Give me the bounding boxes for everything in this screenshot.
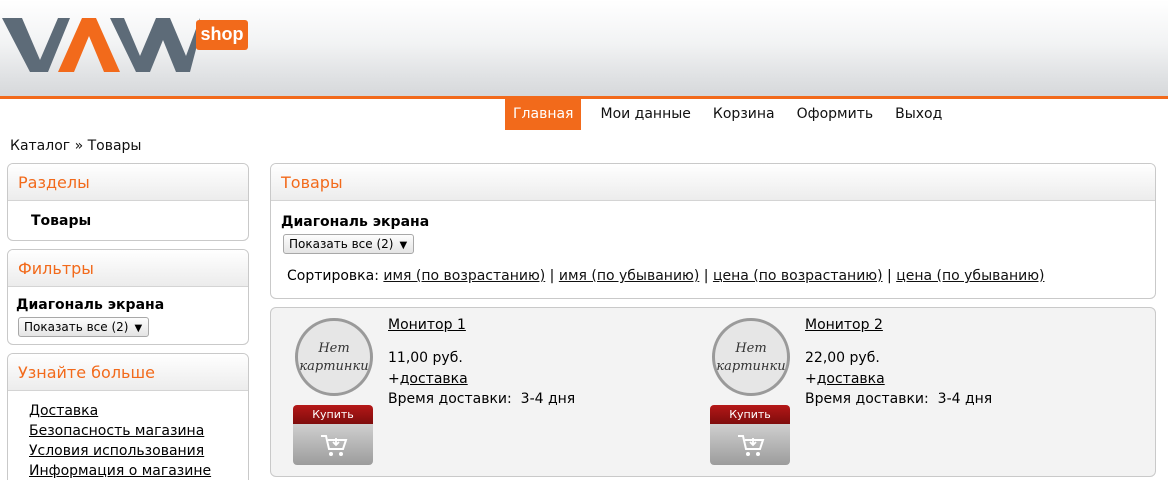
buy-button-label: Купить xyxy=(293,405,373,424)
filter-select-value: Показать все (2) xyxy=(24,320,129,334)
nav-item-my-data[interactable]: Мои данные xyxy=(589,99,701,130)
no-image-line-2: картинки xyxy=(716,359,786,374)
link-security[interactable]: Безопасность магазина xyxy=(29,421,248,441)
sort-price-asc[interactable]: цена (по возрастанию) xyxy=(713,268,883,284)
no-image-line-1: Нет xyxy=(735,341,767,356)
sections-panel: Разделы Товары xyxy=(7,163,249,241)
filters-title: Фильтры xyxy=(8,250,248,287)
no-image-placeholder: Нет картинки xyxy=(295,318,373,396)
buy-button[interactable]: Купить xyxy=(710,405,790,465)
cart-icon xyxy=(738,435,765,456)
product-delivery-time: Время доставки: 3-4 дня xyxy=(388,391,575,407)
no-image-placeholder: Нет картинки xyxy=(712,318,790,396)
product-delivery-time: Время доставки: 3-4 дня xyxy=(805,391,992,407)
main-nav: Главная Мои данные Корзина Оформить Выхо… xyxy=(505,99,953,130)
sort-name-asc[interactable]: имя (по возрастанию) xyxy=(383,268,545,284)
section-item-products[interactable]: Товары xyxy=(8,201,248,229)
sections-title: Разделы xyxy=(8,164,248,201)
nav-item-logout[interactable]: Выход xyxy=(884,99,953,130)
no-image-line-1: Нет xyxy=(318,341,350,356)
product-name-link[interactable]: Монитор 2 xyxy=(805,317,883,333)
learn-more-panel: Узнайте больше Доставка Безопасность маг… xyxy=(7,353,249,480)
sort-separator: | xyxy=(703,268,709,284)
logo-mark xyxy=(2,18,200,72)
sort-name-desc[interactable]: имя (по убыванию) xyxy=(559,268,699,284)
product-shipping: +доставка xyxy=(388,371,468,387)
shop-badge-text: shop xyxy=(200,24,244,44)
delivery-value: 3-4 дня xyxy=(937,391,993,407)
no-image-line-2: картинки xyxy=(299,359,369,374)
product-price: 11,00 руб. xyxy=(388,350,463,366)
delivery-label: Время доставки: xyxy=(388,391,512,407)
sort-separator: | xyxy=(549,268,555,284)
shipping-prefix: + xyxy=(388,371,400,387)
site-logo[interactable]: shop xyxy=(0,4,250,82)
nav-item-checkout[interactable]: Оформить xyxy=(786,99,885,130)
product-card: Нет картинки Купить Монитор 1 11,00 руб. … xyxy=(271,308,691,476)
sort-price-desc[interactable]: цена (по убыванию) xyxy=(896,268,1044,284)
breadcrumb[interactable]: Каталог » Товары xyxy=(10,138,141,154)
product-price: 22,00 руб. xyxy=(805,350,880,366)
product-shipping: +доставка xyxy=(805,371,885,387)
buy-button[interactable]: Купить xyxy=(293,405,373,465)
buy-button-label: Купить xyxy=(710,405,790,424)
nav-item-home[interactable]: Главная xyxy=(505,99,582,130)
sort-separator: | xyxy=(887,268,892,284)
shipping-prefix: + xyxy=(805,371,817,387)
products-panel: Товары Диагональ экрана Показать все (2)… xyxy=(270,163,1156,299)
filters-panel: Фильтры Диагональ экрана Показать все (2… xyxy=(7,249,249,345)
filter-label-diagonal: Диагональ экрана xyxy=(16,297,165,313)
delivery-value: 3-4 дня xyxy=(520,391,576,407)
sort-label: Сортировка: xyxy=(287,268,379,284)
cart-icon xyxy=(321,435,348,456)
shipping-link[interactable]: доставка xyxy=(817,371,885,387)
learn-more-title: Узнайте больше xyxy=(8,354,248,391)
product-card: Нет картинки Купить Монитор 2 22,00 руб. … xyxy=(688,308,1108,476)
chevron-down-icon: ▼ xyxy=(134,323,143,334)
link-terms[interactable]: Условия использования xyxy=(29,441,248,461)
shipping-link[interactable]: доставка xyxy=(400,371,468,387)
products-filter-select[interactable]: Показать все (2) ▼ xyxy=(283,234,415,254)
nav-item-cart[interactable]: Корзина xyxy=(702,99,786,130)
link-delivery[interactable]: Доставка xyxy=(29,401,248,421)
products-filter-label: Диагональ экрана xyxy=(281,214,430,230)
product-listing: Нет картинки Купить Монитор 1 11,00 руб. … xyxy=(270,307,1156,477)
shop-badge: shop xyxy=(196,20,248,50)
link-shop-info[interactable]: Информация о магазине xyxy=(29,461,248,480)
site-header: shop xyxy=(0,0,1168,97)
product-name-link[interactable]: Монитор 1 xyxy=(388,317,466,333)
sort-bar: Сортировка: имя (по возрастанию) | имя (… xyxy=(287,268,1044,284)
filter-select-diagonal[interactable]: Показать все (2) ▼ xyxy=(18,317,150,337)
products-filter-select-value: Показать все (2) xyxy=(289,237,394,251)
chevron-down-icon: ▼ xyxy=(399,240,408,251)
products-title: Товары xyxy=(271,164,1155,201)
delivery-label: Время доставки: xyxy=(805,391,929,407)
